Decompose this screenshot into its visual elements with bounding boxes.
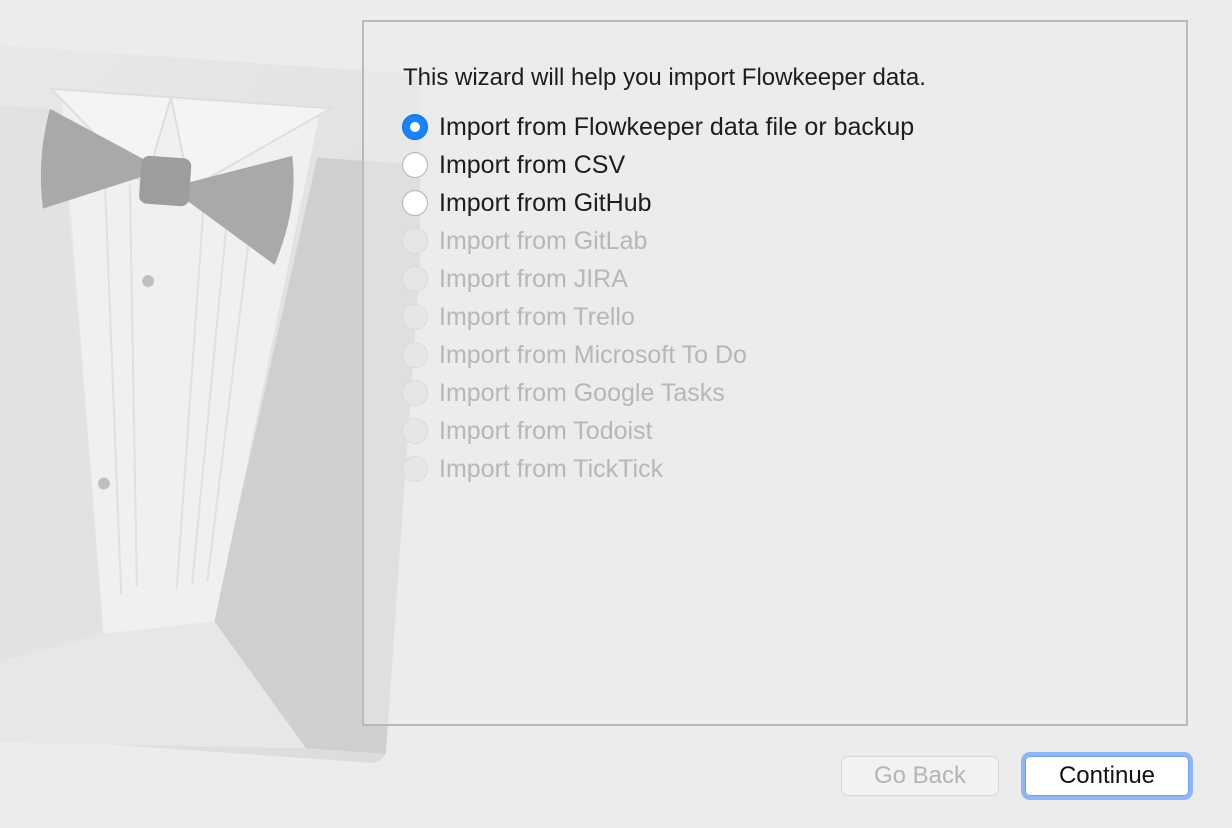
radio-option-label: Import from Todoist [439,416,653,445]
import-wizard-window: This wizard will help you import Flowkee… [0,0,1232,828]
radio-option-label: Import from GitLab [439,226,648,255]
radio-option-todoist: Import from Todoist [402,412,914,450]
radio-button-disabled-icon [402,342,428,368]
radio-button-icon[interactable] [402,152,428,178]
import-source-radio-group: Import from Flowkeeper data file or back… [402,108,914,488]
wizard-content-panel: This wizard will help you import Flowkee… [362,20,1188,726]
radio-option-label: Import from TickTick [439,454,664,483]
radio-button-disabled-icon [402,456,428,482]
radio-button-disabled-icon [402,228,428,254]
radio-option-label: Import from Flowkeeper data file or back… [439,112,915,141]
radio-option-flowkeeper[interactable]: Import from Flowkeeper data file or back… [402,108,914,146]
wizard-intro-text: This wizard will help you import Flowkee… [403,64,926,91]
radio-option-github[interactable]: Import from GitHub [402,184,914,222]
radio-button-disabled-icon [402,304,428,330]
radio-option-label: Import from JIRA [439,264,628,293]
go-back-button: Go Back [841,756,999,796]
radio-option-label: Import from Google Tasks [439,378,725,407]
radio-option-label: Import from CSV [439,150,626,179]
radio-option-google-tasks: Import from Google Tasks [402,374,914,412]
radio-button-icon[interactable] [402,190,428,216]
radio-button-disabled-icon [402,418,428,444]
radio-option-jira: Import from JIRA [402,260,914,298]
radio-option-label: Import from Microsoft To Do [439,340,747,369]
radio-button-checked-icon[interactable] [402,114,428,140]
radio-button-disabled-icon [402,266,428,292]
radio-option-trello: Import from Trello [402,298,914,336]
radio-option-label: Import from GitHub [439,188,652,217]
radio-option-microsoft-todo: Import from Microsoft To Do [402,336,914,374]
radio-option-gitlab: Import from GitLab [402,222,914,260]
radio-button-disabled-icon [402,380,428,406]
radio-option-ticktick: Import from TickTick [402,450,914,488]
continue-button[interactable]: Continue [1021,752,1193,800]
tuxedo-bowtie-icon [0,43,420,763]
radio-option-csv[interactable]: Import from CSV [402,146,914,184]
radio-option-label: Import from Trello [439,302,635,331]
